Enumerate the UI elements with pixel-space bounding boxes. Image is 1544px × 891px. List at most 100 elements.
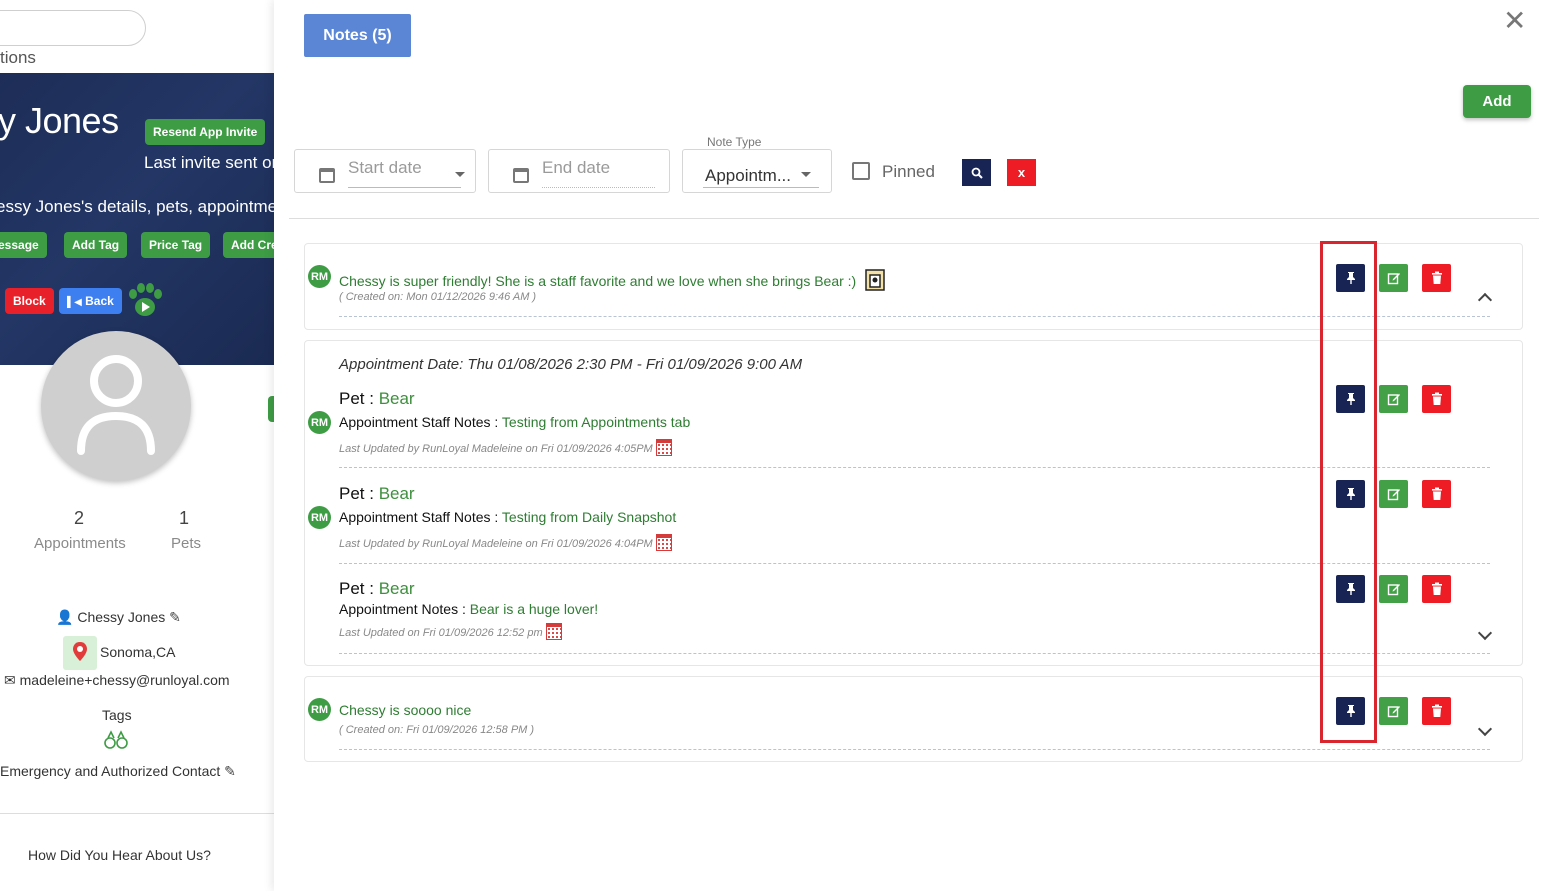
filter-divider bbox=[289, 218, 1539, 219]
pet-name: Bear bbox=[378, 389, 415, 408]
calendar-icon[interactable] bbox=[545, 623, 562, 640]
delete-button[interactable] bbox=[1422, 575, 1451, 603]
note-text: Chessy is super friendly! She is a staff… bbox=[339, 269, 886, 291]
chevron-down-icon bbox=[801, 172, 811, 177]
calendar-icon bbox=[513, 168, 529, 183]
calendar-icon[interactable] bbox=[655, 534, 672, 551]
edit-icon bbox=[1387, 394, 1400, 406]
paw-play-icon[interactable] bbox=[125, 282, 165, 318]
edit-icon bbox=[1387, 584, 1400, 596]
delete-button[interactable] bbox=[1422, 385, 1451, 413]
trash-icon bbox=[1431, 271, 1442, 284]
note-created-meta: ( Created on: Fri 01/09/2026 12:58 PM ) bbox=[339, 724, 535, 736]
start-date-placeholder: Start date bbox=[348, 158, 422, 177]
edit-icon bbox=[1387, 706, 1400, 718]
pencil-icon[interactable]: ✎ bbox=[169, 609, 181, 625]
how-heard-label: How Did You Hear About Us? bbox=[28, 847, 211, 863]
avatar[interactable] bbox=[41, 331, 191, 481]
note-type-select[interactable]: Appointm... bbox=[682, 149, 832, 193]
add-note-button[interactable]: Add bbox=[1463, 85, 1531, 118]
note-updated-meta: Last Updated by RunLoyal Madeleine on Fr… bbox=[339, 439, 672, 456]
divider bbox=[0, 813, 274, 814]
chevron-down-icon[interactable] bbox=[1477, 721, 1493, 737]
author-avatar: RM bbox=[308, 411, 331, 434]
customer-profile-background: tions y Jones Resend App Invite Last inv… bbox=[0, 0, 274, 891]
pet-name: Bear bbox=[378, 579, 415, 598]
trash-icon bbox=[1431, 704, 1442, 717]
search-icon bbox=[971, 167, 983, 179]
add-credit-button[interactable]: Add Cre bbox=[223, 232, 274, 258]
back-button[interactable]: ▌◀ Back bbox=[59, 288, 122, 314]
start-date-field[interactable]: Start date bbox=[294, 149, 476, 193]
location-text: Sonoma,CA bbox=[100, 644, 176, 660]
note-type-label: Note Type bbox=[707, 135, 762, 149]
last-invite-text: Last invite sent on bbox=[144, 153, 274, 172]
pin-column-highlight bbox=[1320, 241, 1377, 743]
notes-modal: Notes (5) ✕ Add Start date End date Note… bbox=[274, 0, 1544, 891]
delete-button[interactable] bbox=[1422, 697, 1451, 725]
search-input[interactable] bbox=[0, 10, 146, 46]
pet-house-icon bbox=[865, 269, 885, 291]
calendar-icon[interactable] bbox=[655, 439, 672, 456]
price-tag-button[interactable]: Price Tag bbox=[141, 232, 211, 258]
binoculars-icon bbox=[104, 730, 128, 749]
author-avatar: RM bbox=[308, 506, 331, 529]
back-label: Back bbox=[85, 294, 114, 308]
close-icon[interactable]: ✕ bbox=[1503, 4, 1526, 37]
author-avatar: RM bbox=[308, 265, 331, 288]
pencil-icon[interactable]: ✎ bbox=[224, 763, 236, 779]
pet-line: Pet : Bear bbox=[339, 484, 415, 503]
breadcrumb: tions bbox=[0, 48, 36, 67]
edit-icon bbox=[1387, 489, 1400, 501]
pinned-label: Pinned bbox=[882, 162, 935, 181]
note-created-meta: ( Created on: Mon 01/12/2026 9:46 AM ) bbox=[339, 291, 537, 303]
block-button[interactable]: Block bbox=[5, 288, 54, 314]
note-updated-meta: Last Updated on Fri 01/09/2026 12:52 pm bbox=[339, 623, 562, 640]
edit-button[interactable] bbox=[1379, 385, 1408, 413]
resend-app-invite-button[interactable]: Resend App Invite bbox=[145, 119, 266, 145]
pet-line: Pet : Bear bbox=[339, 579, 415, 598]
appointment-date: Appointment Date: Thu 01/08/2026 2:30 PM… bbox=[339, 356, 803, 373]
add-tag-button[interactable]: Add Tag bbox=[64, 232, 128, 258]
envelope-icon: ✉ bbox=[4, 672, 16, 688]
pets-label: Pets bbox=[171, 535, 202, 552]
author-avatar: RM bbox=[308, 698, 331, 721]
email-text[interactable]: madeleine+chessy@runloyal.com bbox=[20, 672, 230, 688]
edit-button[interactable] bbox=[1379, 480, 1408, 508]
customer-name: y Jones bbox=[0, 100, 119, 141]
user-icon bbox=[77, 355, 155, 455]
appointments-count: 2 bbox=[74, 508, 85, 528]
delete-button[interactable] bbox=[1422, 264, 1451, 292]
staff-note-line: Appointment Staff Notes : Testing from A… bbox=[339, 414, 691, 430]
pinned-checkbox[interactable] bbox=[852, 162, 870, 180]
pets-count: 1 bbox=[179, 508, 190, 528]
map-pin-icon bbox=[63, 636, 97, 670]
contact-name: Chessy Jones bbox=[77, 609, 166, 625]
edit-button[interactable] bbox=[1379, 697, 1408, 725]
person-icon: 👤 bbox=[56, 609, 74, 625]
trash-icon bbox=[1431, 582, 1442, 595]
clear-filters-button[interactable]: x bbox=[1007, 159, 1036, 186]
appointment-note-line: Appointment Notes : Bear is a huge lover… bbox=[339, 601, 599, 617]
pet-name: Bear bbox=[378, 484, 415, 503]
note-text: Chessy is soooo nice bbox=[339, 702, 472, 718]
chevron-up-icon[interactable] bbox=[1477, 292, 1493, 308]
contact-name-row: 👤 Chessy Jones ✎ bbox=[56, 609, 181, 626]
delete-button[interactable] bbox=[1422, 480, 1451, 508]
skip-back-icon: ▌◀ bbox=[67, 297, 82, 308]
trash-icon bbox=[1431, 392, 1442, 405]
emergency-contact-label: Emergency and Authorized Contact bbox=[0, 763, 221, 779]
email-row: ✉ madeleine+chessy@runloyal.com bbox=[4, 672, 230, 689]
pet-line: Pet : Bear bbox=[339, 389, 415, 408]
tags-heading: Tags bbox=[102, 707, 132, 723]
chevron-down-icon[interactable] bbox=[1477, 625, 1493, 641]
appointments-label: Appointments bbox=[34, 535, 126, 552]
edit-button[interactable] bbox=[1379, 575, 1408, 603]
note-type-value: Appointm... bbox=[705, 166, 791, 185]
search-button[interactable] bbox=[962, 159, 991, 186]
edit-button[interactable] bbox=[1379, 264, 1408, 292]
tab-notes[interactable]: Notes (5) bbox=[304, 14, 411, 57]
emergency-contact-row: Emergency and Authorized Contact ✎ bbox=[0, 763, 236, 780]
send-message-button[interactable]: essage bbox=[0, 232, 47, 258]
end-date-field[interactable]: End date bbox=[488, 149, 670, 193]
